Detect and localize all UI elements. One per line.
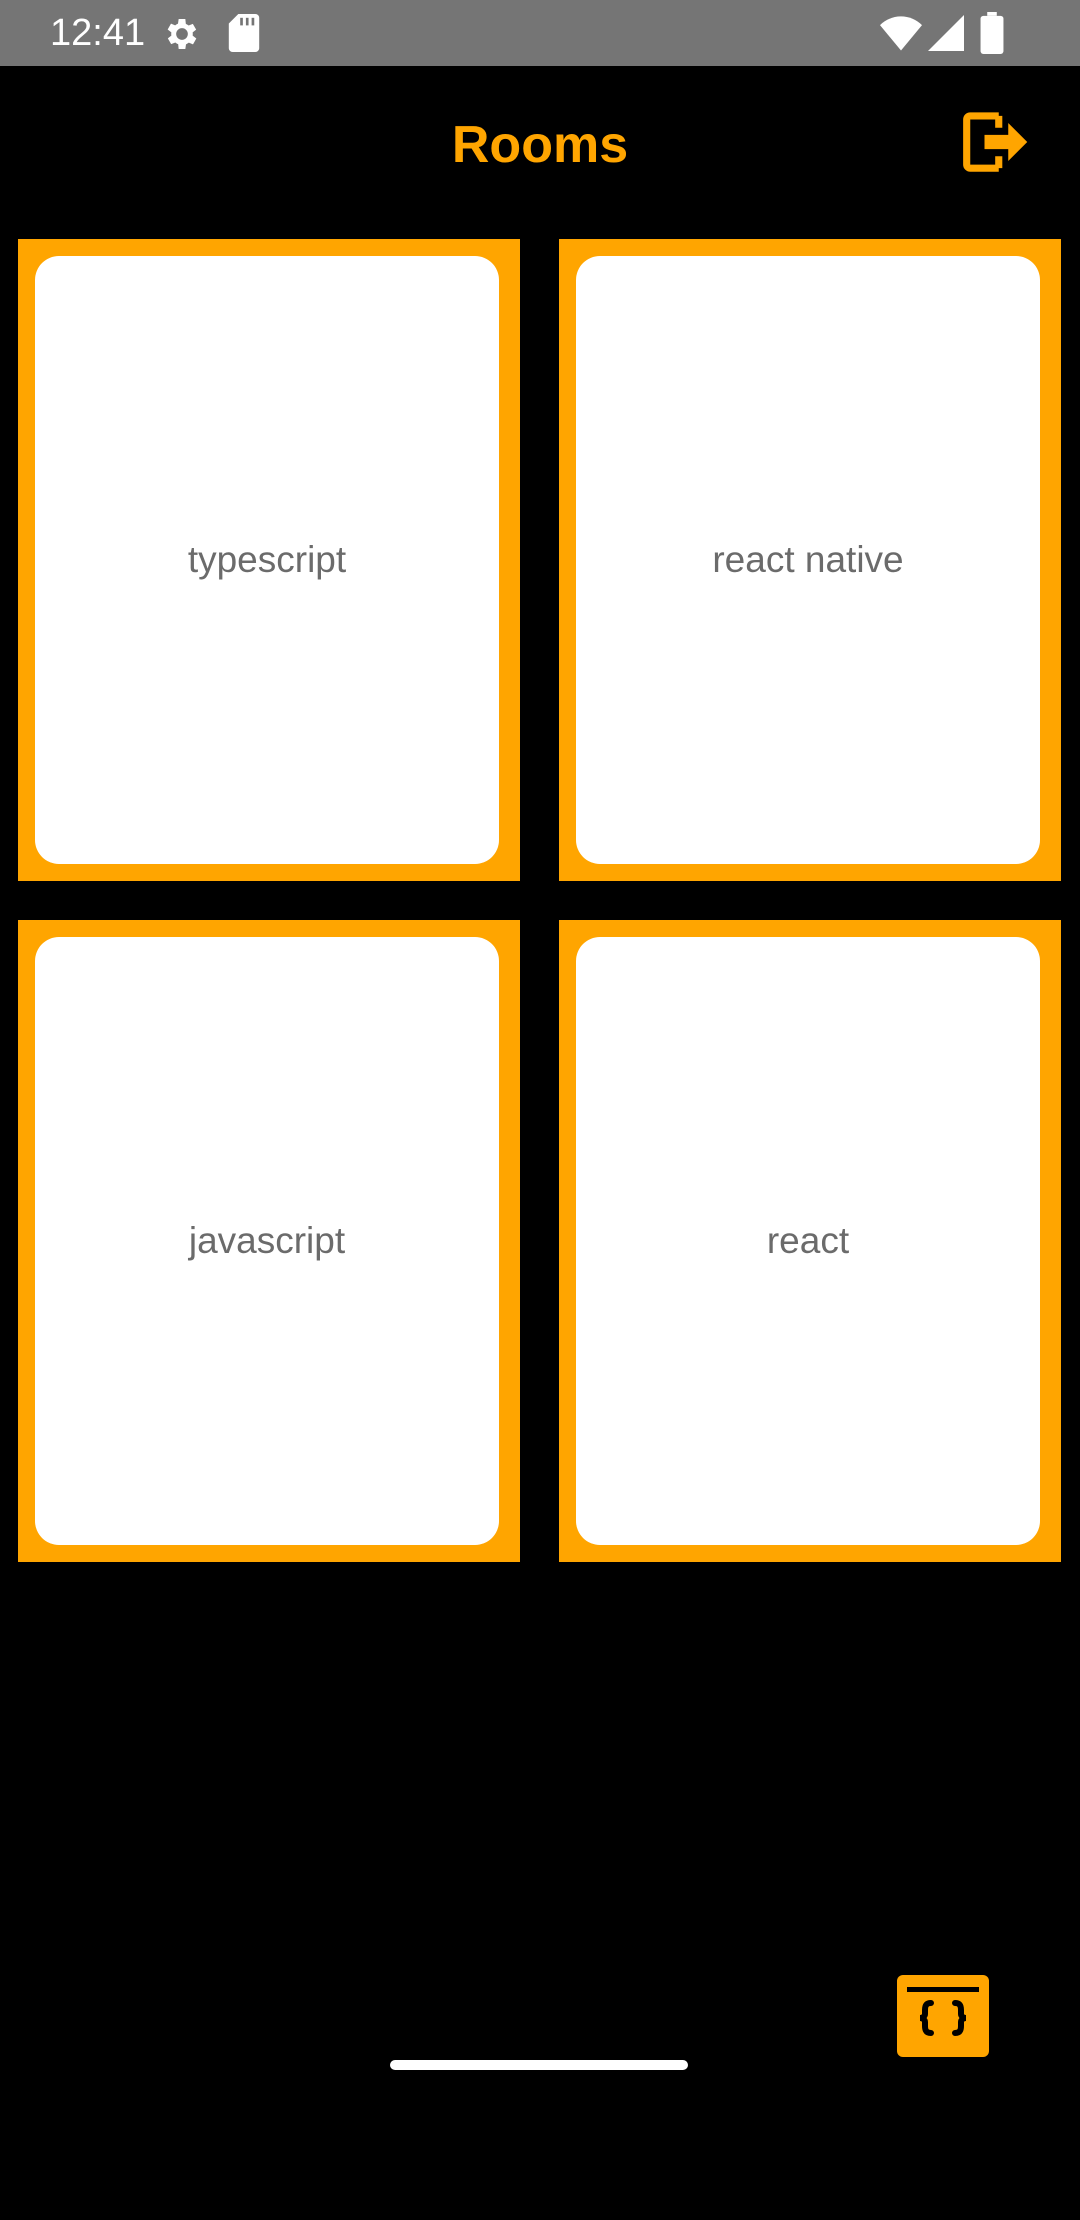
room-card-body: javascript bbox=[35, 937, 499, 1545]
page-title: Rooms bbox=[451, 116, 629, 174]
room-card-body: react bbox=[576, 937, 1040, 1545]
room-card-typescript[interactable]: typescript bbox=[18, 239, 520, 881]
logout-icon[interactable] bbox=[956, 104, 1032, 180]
rooms-screen: 12:41 Rooms typescript react native java… bbox=[0, 0, 1080, 2220]
battery-icon bbox=[980, 12, 1004, 54]
gesture-nav-bar[interactable] bbox=[390, 2060, 688, 2070]
room-label: typescript bbox=[187, 539, 347, 580]
room-card-react-native[interactable]: react native bbox=[559, 239, 1061, 881]
room-label: react native bbox=[712, 539, 904, 580]
room-label: javascript bbox=[188, 1220, 346, 1261]
room-card-body: react native bbox=[576, 256, 1040, 864]
room-label: react bbox=[766, 1220, 850, 1261]
sd-card-icon bbox=[228, 14, 260, 52]
settings-gear-icon bbox=[167, 19, 197, 49]
room-card-body: typescript bbox=[35, 256, 499, 864]
room-card-react[interactable]: react bbox=[559, 920, 1061, 1562]
wifi-icon bbox=[880, 16, 922, 51]
status-bar: 12:41 bbox=[0, 0, 1080, 66]
code-window-icon[interactable] bbox=[897, 1975, 989, 2057]
room-card-javascript[interactable]: javascript bbox=[18, 920, 520, 1562]
cell-signal-icon bbox=[928, 15, 964, 51]
status-time: 12:41 bbox=[50, 12, 146, 54]
